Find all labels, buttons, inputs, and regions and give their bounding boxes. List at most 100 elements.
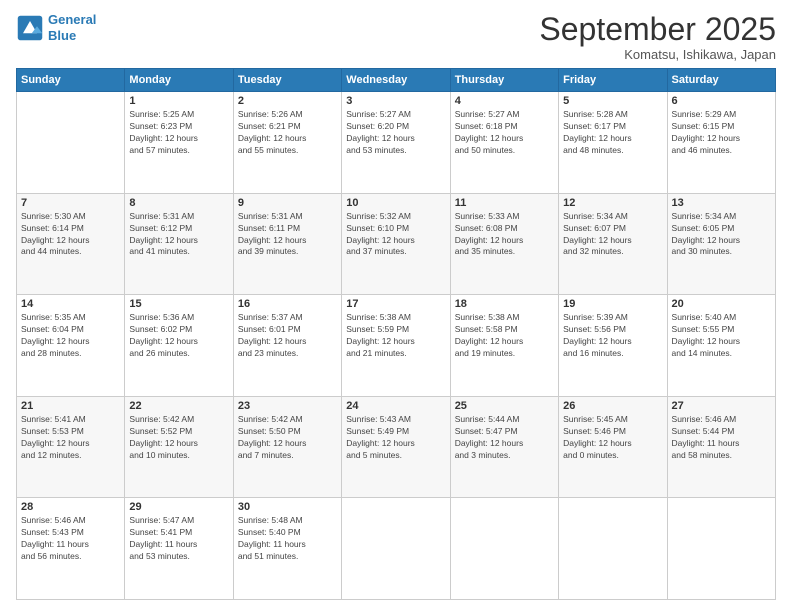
calendar-header-row: SundayMondayTuesdayWednesdayThursdayFrid…	[17, 69, 776, 92]
calendar-week-row: 7 Sunrise: 5:30 AM Sunset: 6:14 PM Daylig…	[17, 193, 776, 295]
logo-line2: Blue	[48, 28, 76, 43]
logo-text: General Blue	[48, 12, 96, 43]
calendar-day-cell: 28 Sunrise: 5:46 AM Sunset: 5:43 PM Dayli…	[17, 498, 125, 600]
calendar-day-cell: 25Sunrise: 5:44 AM Sunset: 5:47 PM Dayli…	[450, 396, 558, 498]
day-info: Sunrise: 5:46 AM Sunset: 5:43 PM Dayligh…	[21, 515, 120, 563]
calendar-day-cell: 12 Sunrise: 5:34 AM Sunset: 6:07 PM Dayli…	[559, 193, 667, 295]
calendar-day-cell: 29 Sunrise: 5:47 AM Sunset: 5:41 PM Dayli…	[125, 498, 233, 600]
calendar-day-cell	[450, 498, 558, 600]
day-info: Sunrise: 5:27 AM Sunset: 6:20 PM Dayligh…	[346, 109, 445, 157]
location: Komatsu, Ishikawa, Japan	[539, 47, 776, 62]
calendar-day-cell	[667, 498, 775, 600]
calendar-day-cell: 21Sunrise: 5:41 AM Sunset: 5:53 PM Dayli…	[17, 396, 125, 498]
day-info: Sunrise: 5:42 AM Sunset: 5:50 PM Dayligh…	[238, 414, 337, 462]
day-info: Sunrise: 5:26 AM Sunset: 6:21 PM Dayligh…	[238, 109, 337, 157]
day-number: 30	[238, 501, 337, 513]
day-info: Sunrise: 5:34 AM Sunset: 6:07 PM Dayligh…	[563, 211, 662, 259]
day-number: 18	[455, 298, 554, 310]
calendar-day-cell: 7 Sunrise: 5:30 AM Sunset: 6:14 PM Daylig…	[17, 193, 125, 295]
calendar-day-cell: 22 Sunrise: 5:42 AM Sunset: 5:52 PM Dayli…	[125, 396, 233, 498]
calendar-week-row: 21Sunrise: 5:41 AM Sunset: 5:53 PM Dayli…	[17, 396, 776, 498]
calendar-day-cell: 5Sunrise: 5:28 AM Sunset: 6:17 PM Daylig…	[559, 92, 667, 194]
calendar-day-cell	[17, 92, 125, 194]
day-number: 15	[129, 298, 228, 310]
day-info: Sunrise: 5:32 AM Sunset: 6:10 PM Dayligh…	[346, 211, 445, 259]
calendar-day-cell: 18 Sunrise: 5:38 AM Sunset: 5:58 PM Dayli…	[450, 295, 558, 397]
calendar-day-cell: 13Sunrise: 5:34 AM Sunset: 6:05 PM Dayli…	[667, 193, 775, 295]
day-info: Sunrise: 5:29 AM Sunset: 6:15 PM Dayligh…	[672, 109, 771, 157]
calendar-day-cell: 19Sunrise: 5:39 AM Sunset: 5:56 PM Dayli…	[559, 295, 667, 397]
day-number: 26	[563, 400, 662, 412]
day-info: Sunrise: 5:30 AM Sunset: 6:14 PM Dayligh…	[21, 211, 120, 259]
day-number: 10	[346, 197, 445, 209]
day-info: Sunrise: 5:38 AM Sunset: 5:58 PM Dayligh…	[455, 312, 554, 360]
calendar-week-row: 28 Sunrise: 5:46 AM Sunset: 5:43 PM Dayli…	[17, 498, 776, 600]
day-info: Sunrise: 5:35 AM Sunset: 6:04 PM Dayligh…	[21, 312, 120, 360]
day-info: Sunrise: 5:25 AM Sunset: 6:23 PM Dayligh…	[129, 109, 228, 157]
day-info: Sunrise: 5:43 AM Sunset: 5:49 PM Dayligh…	[346, 414, 445, 462]
day-number: 16	[238, 298, 337, 310]
calendar-day-cell: 10 Sunrise: 5:32 AM Sunset: 6:10 PM Dayli…	[342, 193, 450, 295]
day-number: 17	[346, 298, 445, 310]
calendar-day-cell: 14 Sunrise: 5:35 AM Sunset: 6:04 PM Dayli…	[17, 295, 125, 397]
day-info: Sunrise: 5:37 AM Sunset: 6:01 PM Dayligh…	[238, 312, 337, 360]
day-info: Sunrise: 5:42 AM Sunset: 5:52 PM Dayligh…	[129, 414, 228, 462]
calendar-day-cell: 6Sunrise: 5:29 AM Sunset: 6:15 PM Daylig…	[667, 92, 775, 194]
day-info: Sunrise: 5:47 AM Sunset: 5:41 PM Dayligh…	[129, 515, 228, 563]
calendar-day-cell: 1 Sunrise: 5:25 AM Sunset: 6:23 PM Daylig…	[125, 92, 233, 194]
calendar-day-cell: 30Sunrise: 5:48 AM Sunset: 5:40 PM Dayli…	[233, 498, 341, 600]
calendar-day-header: Saturday	[667, 69, 775, 92]
day-number: 12	[563, 197, 662, 209]
header: General Blue September 2025 Komatsu, Ish…	[16, 12, 776, 62]
day-number: 13	[672, 197, 771, 209]
calendar-week-row: 14 Sunrise: 5:35 AM Sunset: 6:04 PM Dayli…	[17, 295, 776, 397]
day-number: 22	[129, 400, 228, 412]
calendar-day-header: Sunday	[17, 69, 125, 92]
day-number: 3	[346, 95, 445, 107]
calendar-day-cell: 23 Sunrise: 5:42 AM Sunset: 5:50 PM Dayli…	[233, 396, 341, 498]
day-number: 27	[672, 400, 771, 412]
day-number: 2	[238, 95, 337, 107]
day-number: 7	[21, 197, 120, 209]
calendar-day-cell	[559, 498, 667, 600]
calendar-day-cell: 8 Sunrise: 5:31 AM Sunset: 6:12 PM Daylig…	[125, 193, 233, 295]
calendar-day-cell: 3 Sunrise: 5:27 AM Sunset: 6:20 PM Daylig…	[342, 92, 450, 194]
calendar-day-cell: 9Sunrise: 5:31 AM Sunset: 6:11 PM Daylig…	[233, 193, 341, 295]
calendar-day-cell: 2 Sunrise: 5:26 AM Sunset: 6:21 PM Daylig…	[233, 92, 341, 194]
calendar-day-cell: 26 Sunrise: 5:45 AM Sunset: 5:46 PM Dayli…	[559, 396, 667, 498]
calendar-day-header: Tuesday	[233, 69, 341, 92]
day-number: 24	[346, 400, 445, 412]
calendar-day-header: Monday	[125, 69, 233, 92]
day-number: 14	[21, 298, 120, 310]
day-info: Sunrise: 5:27 AM Sunset: 6:18 PM Dayligh…	[455, 109, 554, 157]
day-number: 25	[455, 400, 554, 412]
day-info: Sunrise: 5:33 AM Sunset: 6:08 PM Dayligh…	[455, 211, 554, 259]
day-info: Sunrise: 5:40 AM Sunset: 5:55 PM Dayligh…	[672, 312, 771, 360]
calendar-day-cell: 20 Sunrise: 5:40 AM Sunset: 5:55 PM Dayli…	[667, 295, 775, 397]
calendar: SundayMondayTuesdayWednesdayThursdayFrid…	[16, 68, 776, 600]
day-number: 1	[129, 95, 228, 107]
month-title: September 2025	[539, 12, 776, 47]
calendar-day-cell: 17 Sunrise: 5:38 AM Sunset: 5:59 PM Dayli…	[342, 295, 450, 397]
day-info: Sunrise: 5:46 AM Sunset: 5:44 PM Dayligh…	[672, 414, 771, 462]
day-info: Sunrise: 5:38 AM Sunset: 5:59 PM Dayligh…	[346, 312, 445, 360]
logo: General Blue	[16, 12, 96, 43]
day-info: Sunrise: 5:31 AM Sunset: 6:12 PM Dayligh…	[129, 211, 228, 259]
day-number: 19	[563, 298, 662, 310]
calendar-day-header: Wednesday	[342, 69, 450, 92]
day-number: 8	[129, 197, 228, 209]
day-number: 5	[563, 95, 662, 107]
calendar-day-header: Thursday	[450, 69, 558, 92]
day-info: Sunrise: 5:31 AM Sunset: 6:11 PM Dayligh…	[238, 211, 337, 259]
day-info: Sunrise: 5:45 AM Sunset: 5:46 PM Dayligh…	[563, 414, 662, 462]
calendar-day-cell: 24 Sunrise: 5:43 AM Sunset: 5:49 PM Dayli…	[342, 396, 450, 498]
title-block: September 2025 Komatsu, Ishikawa, Japan	[539, 12, 776, 62]
day-number: 28	[21, 501, 120, 513]
day-number: 23	[238, 400, 337, 412]
day-number: 20	[672, 298, 771, 310]
day-number: 11	[455, 197, 554, 209]
calendar-day-cell: 11 Sunrise: 5:33 AM Sunset: 6:08 PM Dayli…	[450, 193, 558, 295]
calendar-day-cell: 4Sunrise: 5:27 AM Sunset: 6:18 PM Daylig…	[450, 92, 558, 194]
day-number: 29	[129, 501, 228, 513]
calendar-day-cell	[342, 498, 450, 600]
